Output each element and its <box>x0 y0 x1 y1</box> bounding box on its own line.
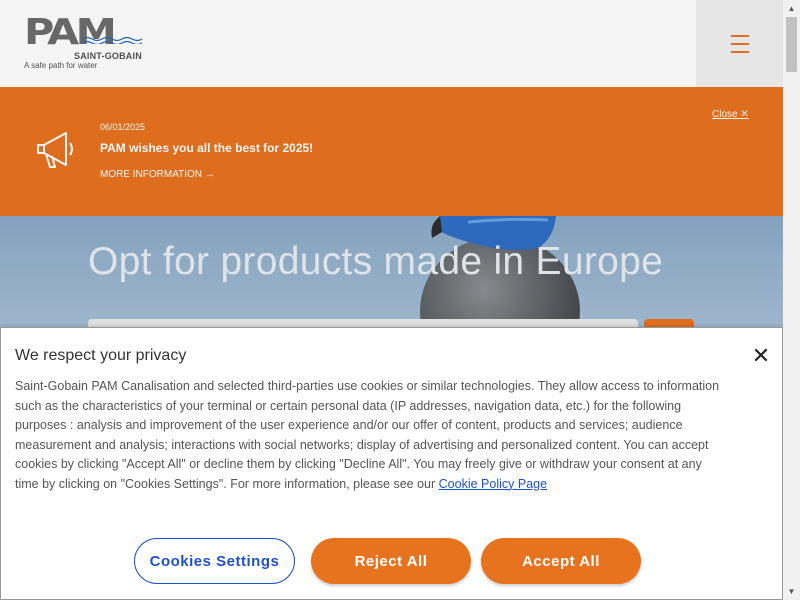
pam-logo[interactable]: PAM SAINT-GOBAIN A safe path for water <box>24 12 154 72</box>
page: PAM SAINT-GOBAIN A safe path for water 0… <box>0 0 783 600</box>
reject-all-button[interactable]: Reject All <box>311 538 471 584</box>
scroll-up-arrow-icon[interactable]: ▲ <box>783 0 800 17</box>
logo-waves-icon <box>82 36 142 44</box>
vertical-scrollbar[interactable]: ▲ ▼ <box>783 0 800 600</box>
announcement-banner: 06/01/2025 PAM wishes you all the best f… <box>0 87 783 216</box>
logo-company: SAINT-GOBAIN <box>74 51 142 61</box>
menu-button[interactable] <box>696 0 783 87</box>
banner-title: PAM wishes you all the best for 2025! <box>100 141 314 155</box>
cookie-consent-dialog: We respect your privacy ✕ Saint-Gobain P… <box>0 327 783 600</box>
logo-tagline: A safe path for water <box>24 61 98 70</box>
accept-all-button[interactable]: Accept All <box>481 538 641 584</box>
cookie-dialog-title: We respect your privacy <box>15 347 187 364</box>
scroll-thumb[interactable] <box>786 17 797 72</box>
cookie-dialog-text: Saint-Gobain PAM Canalisation and select… <box>15 377 727 494</box>
banner-close-button[interactable]: Close ✕ <box>712 109 749 120</box>
banner-date: 06/01/2025 <box>100 122 146 132</box>
cookie-policy-link[interactable]: Cookie Policy Page <box>439 477 547 491</box>
site-header: PAM SAINT-GOBAIN A safe path for water <box>0 0 783 87</box>
cookie-body-text: Saint-Gobain PAM Canalisation and select… <box>15 379 720 491</box>
scroll-down-arrow-icon[interactable]: ▼ <box>783 583 800 600</box>
more-information-link[interactable]: MORE INFORMATION → <box>100 169 215 180</box>
cookies-settings-button[interactable]: Cookies Settings <box>134 538 295 584</box>
close-icon[interactable]: ✕ <box>749 343 773 368</box>
logo-wordmark: PAM <box>24 12 117 53</box>
megaphone-icon <box>37 132 73 168</box>
hamburger-menu-icon <box>730 32 749 56</box>
hero-title: Opt for products made in Europe <box>88 240 664 283</box>
